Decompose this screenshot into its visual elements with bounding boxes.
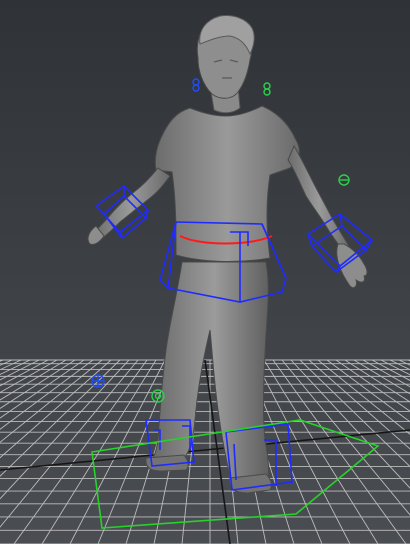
viewport-3d[interactable]	[0, 0, 410, 544]
ground-locator-blue[interactable]	[91, 374, 105, 388]
scene-view[interactable]	[0, 0, 410, 544]
